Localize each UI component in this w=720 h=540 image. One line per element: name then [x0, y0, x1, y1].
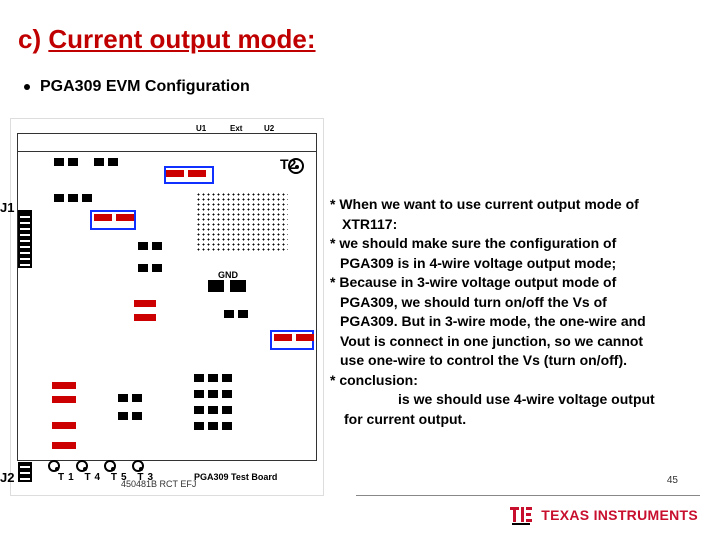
- red-component: [52, 442, 76, 449]
- note-line: Vout is connect in one junction, so we c…: [330, 333, 706, 351]
- note-line: PGA309 is in 4-wire voltage output mode;: [330, 255, 706, 273]
- note-line: * conclusion:: [330, 372, 706, 390]
- pad-icon: [194, 374, 204, 382]
- pad-icon: [194, 390, 204, 398]
- red-component: [52, 382, 76, 389]
- pad-icon: [54, 158, 64, 166]
- note-line: for current output.: [330, 411, 706, 429]
- note-line: * When we want to use current output mod…: [330, 196, 706, 214]
- notes-block: * When we want to use current output mod…: [330, 196, 706, 430]
- pad-icon: [194, 422, 204, 430]
- note-line: XTR117:: [330, 216, 706, 234]
- page-number: 45: [667, 475, 678, 486]
- pad-icon: [118, 394, 128, 402]
- label-u2: U2: [264, 124, 274, 133]
- subtitle-text: PGA309 EVM Configuration: [40, 78, 250, 95]
- label-test-board: PGA309 Test Board: [194, 472, 277, 482]
- red-component: [52, 396, 76, 403]
- red-component: [166, 170, 184, 177]
- pad-icon: [194, 406, 204, 414]
- label-j1: J1: [0, 200, 14, 215]
- red-component: [116, 214, 134, 221]
- ic-grid-icon: [196, 192, 288, 252]
- label-ext: Ext: [230, 124, 242, 133]
- pad-icon: [132, 412, 142, 420]
- pad-icon: [208, 422, 218, 430]
- header-j1-pins: [20, 212, 30, 266]
- title-prefix: c): [18, 24, 48, 54]
- red-component: [52, 422, 76, 429]
- slide-title: c) Current output mode:: [18, 24, 316, 55]
- pad-icon: [138, 242, 148, 250]
- red-component: [94, 214, 112, 221]
- note-line: * we should make sure the configuration …: [330, 235, 706, 253]
- note-line: PGA309. But in 3-wire mode, the one-wire…: [330, 313, 706, 331]
- bullet-icon: [24, 84, 30, 90]
- pad-icon: [222, 406, 232, 414]
- pad-icon: [152, 242, 162, 250]
- title-main: Current output mode:: [48, 24, 315, 54]
- pad-icon: [108, 158, 118, 166]
- pad-icon: [208, 406, 218, 414]
- pad-icon: [94, 158, 104, 166]
- pad-icon: [118, 412, 128, 420]
- label-t2: T2: [280, 156, 296, 172]
- subtitle-line: PGA309 EVM Configuration: [24, 78, 250, 96]
- red-component: [188, 170, 206, 177]
- pad-icon: [208, 390, 218, 398]
- pad-icon: [238, 310, 248, 318]
- label-u1: U1: [196, 124, 206, 133]
- footer-rule: [356, 495, 700, 496]
- drill-hole-icon: [48, 460, 60, 472]
- pcb-board-outline: T2 U1 Ext U2 GND J1 J2: [17, 133, 317, 461]
- pad-icon: [54, 194, 64, 202]
- brand-text: TEXAS INSTRUMENTS: [541, 507, 698, 523]
- drill-hole-icon: [132, 460, 144, 472]
- note-line: * Because in 3-wire voltage output mode …: [330, 274, 706, 292]
- brand-logo: TEXAS INSTRUMENTS: [509, 504, 698, 526]
- pad-icon: [68, 158, 78, 166]
- note-line: use one-wire to control the Vs (turn on/…: [330, 352, 706, 370]
- header-j2-pins: [20, 464, 30, 480]
- red-component: [274, 334, 292, 341]
- ti-mark-icon: [509, 504, 533, 526]
- label-j2: J2: [0, 470, 14, 485]
- pad-icon: [152, 264, 162, 272]
- pcb-topbar: [18, 134, 316, 152]
- pad-icon: [224, 310, 234, 318]
- pad-icon: [208, 280, 224, 292]
- pcb-figure: T2 U1 Ext U2 GND J1 J2: [10, 118, 324, 496]
- pad-icon: [132, 394, 142, 402]
- drill-hole-icon: [104, 460, 116, 472]
- pad-icon: [222, 374, 232, 382]
- pad-icon: [222, 422, 232, 430]
- pad-icon: [208, 374, 218, 382]
- pad-icon: [68, 194, 78, 202]
- pad-icon: [230, 280, 246, 292]
- drill-hole-icon: [76, 460, 88, 472]
- red-component: [296, 334, 314, 341]
- note-line: is we should use 4-wire voltage output: [330, 391, 706, 409]
- slide-container: c) Current output mode: PGA309 EVM Confi…: [0, 0, 720, 540]
- pcb-footer-code: 450481B RCT EFJ: [121, 479, 196, 489]
- red-component: [134, 314, 156, 321]
- pad-icon: [222, 390, 232, 398]
- pad-icon: [82, 194, 92, 202]
- red-component: [134, 300, 156, 307]
- label-gnd: GND: [218, 270, 238, 280]
- pad-icon: [138, 264, 148, 272]
- note-line: PGA309, we should turn on/off the Vs of: [330, 294, 706, 312]
